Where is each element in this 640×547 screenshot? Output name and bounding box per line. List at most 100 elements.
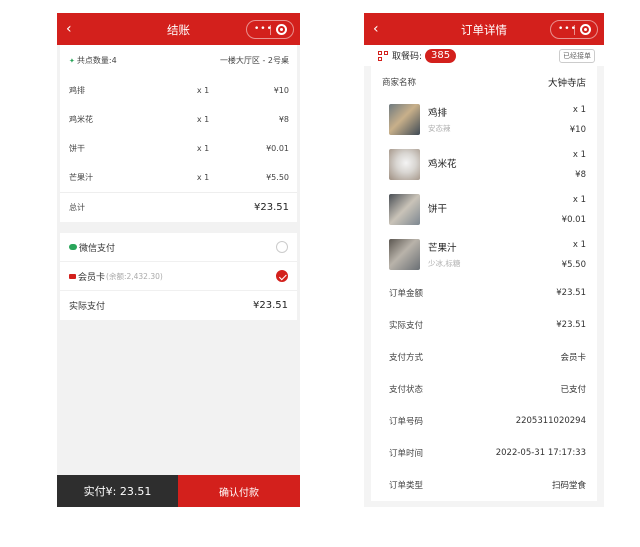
field-row-order-time: 订单时间 2022-05-31 17:17:33 — [371, 437, 597, 469]
product-thumbnail — [389, 104, 420, 135]
order-status-badge: 已经接单 — [559, 48, 595, 63]
member-card-icon — [69, 273, 76, 279]
list-item: 鸡米花 x 1 ¥8 — [60, 105, 297, 134]
pickup-label: 取餐码: — [392, 52, 423, 62]
capsule-divider — [270, 25, 271, 35]
item-qty: x 1 — [196, 144, 210, 153]
list-item: 芒果汁 少冰,标糖 x 1 ¥5.50 — [371, 232, 597, 277]
actual-payment-value: ¥23.51 — [253, 300, 288, 311]
order-detail-screen: ‹ 订单详情 ••• 取餐码: 385 已经接单 商家名称 大钟寺店 鸡排 安态… — [364, 13, 604, 507]
item-name: 鸡米花 — [428, 158, 457, 170]
item-name: 鸡排 — [428, 108, 448, 119]
payment-label: 会员卡 — [78, 272, 106, 283]
checkout-bottom-bar: 实付¥: 23.51 确认付款 — [57, 475, 300, 507]
field-label: 支付方式 — [389, 353, 424, 363]
miniprogram-capsule: ••• — [550, 20, 598, 39]
product-thumbnail — [389, 194, 420, 225]
field-row-payment-method: 支付方式 会员卡 — [371, 341, 597, 373]
order-items-card: ✦ 共点数量:4 一楼大厅区 - 2号桌 鸡排 x 1 ¥10 鸡米花 x 1 ¥… — [60, 45, 297, 222]
dot-icon: ✦ — [69, 57, 75, 65]
payment-methods: 微信支付 会员卡 (余额:2,432.30) 实际支付 ¥23.51 — [60, 233, 297, 320]
field-value: 2205311020294 — [515, 416, 586, 426]
item-name: 饼干 — [69, 144, 85, 153]
field-value: 已支付 — [560, 385, 586, 395]
product-thumbnail — [389, 239, 420, 270]
card-balance: (余额:2,432.30) — [106, 271, 163, 281]
item-name: 饼干 — [428, 203, 448, 215]
pickup-code: 385 — [425, 48, 457, 63]
item-count: ✦ 共点数量:4 — [69, 56, 117, 65]
item-spec: 少冰,标糖 — [428, 259, 461, 268]
table-location: 一楼大厅区 - 2号桌 — [219, 56, 289, 65]
item-price: ¥10 — [569, 124, 586, 135]
wechat-radio[interactable] — [276, 241, 288, 253]
confirm-payment-button[interactable]: 确认付款 — [178, 475, 300, 507]
field-label: 订单金额 — [389, 289, 424, 299]
miniprogram-capsule: ••• — [246, 20, 294, 39]
order-fields: 订单金额 ¥23.51 实际支付 ¥23.51 支付方式 会员卡 支付状态 已支… — [364, 277, 604, 501]
list-item: 芒果汁 x 1 ¥5.50 — [60, 163, 297, 192]
member-card-radio[interactable] — [276, 270, 288, 282]
close-miniprogram-icon[interactable] — [276, 24, 287, 35]
field-value: ¥23.51 — [556, 288, 586, 298]
order-summary-row: ✦ 共点数量:4 一楼大厅区 - 2号桌 — [60, 45, 297, 76]
close-miniprogram-icon[interactable] — [580, 24, 591, 35]
shop-label: 商家名称 — [382, 77, 417, 88]
field-row-order-number: 订单号码 2205311020294 — [371, 405, 597, 437]
item-name: 芒果汁 — [428, 243, 457, 254]
list-item: 鸡排 安态辣 x 1 ¥10 — [371, 97, 597, 142]
checkout-screen: ‹ 结账 ••• ✦ 共点数量:4 一楼大厅区 - 2号桌 鸡排 x 1 ¥10 … — [57, 13, 300, 507]
item-price: ¥5.50 — [561, 259, 586, 270]
item-price: ¥0.01 — [561, 214, 586, 225]
field-value: ¥23.51 — [556, 320, 586, 330]
actual-payment-row: 实际支付 ¥23.51 — [60, 291, 297, 320]
list-item: 鸡米花 x 1 ¥8 — [371, 142, 597, 187]
payment-option-wechat[interactable]: 微信支付 — [60, 233, 297, 262]
total-value: ¥23.51 — [254, 202, 289, 213]
pickup-code-row: 取餐码: 385 已经接单 — [364, 45, 604, 66]
list-item: 饼干 x 1 ¥0.01 — [371, 187, 597, 232]
field-label: 支付状态 — [389, 385, 424, 395]
field-row-payment-status: 支付状态 已支付 — [371, 373, 597, 405]
item-price: ¥5.50 — [266, 173, 289, 182]
item-name: 鸡米花 — [69, 115, 93, 124]
field-label: 订单号码 — [389, 417, 424, 427]
field-row-amount: 订单金额 ¥23.51 — [371, 277, 597, 309]
product-thumbnail — [389, 149, 420, 180]
field-row-order-type: 订单类型 扫码堂食 — [371, 469, 597, 501]
item-qty: x 1 — [572, 104, 586, 115]
field-value: 扫码堂食 — [551, 481, 586, 491]
capsule-divider — [574, 25, 575, 35]
item-name: 芒果汁 — [69, 173, 93, 182]
item-qty: x 1 — [196, 173, 210, 182]
paid-amount: 实付¥: 23.51 — [57, 475, 178, 507]
order-detail-card: 商家名称 大钟寺店 鸡排 安态辣 x 1 ¥10 鸡米花 x 1 ¥8 饼干 x… — [371, 66, 597, 277]
total-row: 总计 ¥23.51 — [60, 192, 297, 222]
actual-payment-label: 实际支付 — [69, 302, 106, 312]
item-qty: x 1 — [572, 194, 586, 205]
shop-name: 大钟寺店 — [547, 77, 586, 89]
item-name: 鸡排 — [69, 86, 85, 95]
list-item: 饼干 x 1 ¥0.01 — [60, 134, 297, 163]
checkout-navbar: ‹ 结账 ••• — [57, 13, 300, 45]
item-price: ¥0.01 — [266, 144, 289, 153]
item-qty: x 1 — [196, 115, 210, 124]
item-price: ¥8 — [278, 115, 289, 124]
item-spec: 安态辣 — [428, 124, 451, 133]
field-value: 会员卡 — [560, 353, 586, 363]
item-qty: x 1 — [572, 239, 586, 250]
qr-code-icon — [378, 50, 388, 61]
wechat-pay-icon — [69, 244, 77, 250]
item-price: ¥10 — [273, 86, 289, 95]
item-qty: x 1 — [572, 149, 586, 160]
field-label: 实际支付 — [389, 321, 424, 331]
field-value: 2022-05-31 17:17:33 — [495, 448, 586, 458]
item-price: ¥8 — [575, 169, 586, 180]
field-row-actual-payment: 实际支付 ¥23.51 — [371, 309, 597, 341]
detail-navbar: ‹ 订单详情 ••• — [364, 13, 604, 45]
payment-option-member-card[interactable]: 会员卡 (余额:2,432.30) — [60, 262, 297, 291]
payment-label: 微信支付 — [79, 243, 116, 254]
list-item: 鸡排 x 1 ¥10 — [60, 76, 297, 105]
field-label: 订单类型 — [389, 481, 424, 491]
field-label: 订单时间 — [389, 449, 424, 459]
